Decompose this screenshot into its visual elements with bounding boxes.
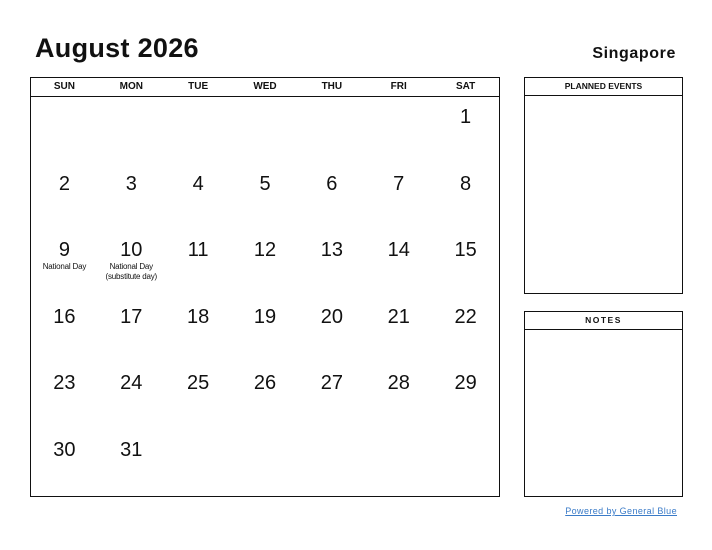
week-row: 23 24 25 26 27 28 29 [31,363,499,430]
day-number: 12 [253,239,277,261]
day-cell: 14 [365,230,432,297]
day-cell: 5 [232,164,299,231]
powered-by-link[interactable]: Powered by General Blue [565,506,677,516]
day-cell: 1 [432,97,499,164]
day-number: 17 [120,305,143,328]
day-number: 26 [253,372,277,394]
day-cell: 12 [232,230,299,297]
day-number: 1 [460,106,472,128]
day-cell: 15 [432,230,499,297]
day-cell: 21 [365,297,432,364]
day-number: 24 [120,372,143,394]
weekday-header: SUN MON TUE WED THU FRI SAT [31,78,499,97]
day-cell [298,430,365,497]
day-cell: 8 [432,164,499,231]
day-number: 6 [326,172,338,195]
day-cell: 2 [31,164,98,231]
day-cell: 7 [365,164,432,231]
day-cell: 29 [432,363,499,430]
day-cell: 22 [432,297,499,364]
page-title: August 2026 [35,33,199,63]
day-cell: 4 [165,164,232,231]
holiday-label: National Day [42,262,87,271]
day-number: 21 [387,305,410,328]
day-number: 14 [387,239,410,261]
notes-heading: NOTES [525,312,682,330]
week-row: 2 3 4 5 6 7 8 [31,164,499,231]
day-cell: 3 [98,164,165,231]
day-number: 31 [120,438,143,461]
day-cell: 16 [31,297,98,364]
week-row: 16 17 18 19 20 21 22 [31,297,499,364]
notes-box: NOTES [524,311,683,497]
day-number: 25 [187,372,210,394]
day-cell: 27 [298,363,365,430]
day-cell [232,430,299,497]
day-number: 19 [253,305,277,328]
day-number: 29 [454,372,477,394]
day-number: 2 [58,172,70,195]
day-cell: 6 [298,164,365,231]
day-cell: 19 [232,297,299,364]
weekday-mon: MON [119,81,143,92]
day-cell: 20 [298,297,365,364]
day-cell: 30 [31,430,98,497]
planned-events-heading: PLANNED EVENTS [525,78,682,96]
day-number: 5 [259,172,271,195]
day-number: 9 [58,239,70,261]
day-number: 10 [120,239,143,261]
day-cell [365,430,432,497]
week-row: 9 National Day 10 National Day (substitute … [31,230,499,297]
day-cell [98,97,165,164]
day-cell: 9 National Day [31,230,98,297]
day-cell [298,97,365,164]
day-cell [432,430,499,497]
weekday-tue: TUE [188,81,209,92]
day-number: 15 [454,239,477,261]
weekday-fri: FRI [390,81,407,92]
day-cell: 13 [298,230,365,297]
country-label: Singapore [592,45,676,62]
day-cell [365,97,432,164]
day-number: 16 [53,305,76,328]
day-cell: 25 [165,363,232,430]
weekday-thu: THU [321,81,343,92]
day-number: 20 [320,305,343,328]
day-cell [232,97,299,164]
day-number: 28 [387,372,410,394]
day-cell: 17 [98,297,165,364]
day-number: 11 [187,239,209,261]
day-number: 7 [393,172,405,195]
day-number: 30 [53,438,76,461]
day-cell: 10 National Day (substitute day) [98,230,165,297]
weekday-sat: SAT [455,81,476,92]
day-cell: 18 [165,297,232,364]
day-number: 8 [460,172,472,195]
day-cell [165,430,232,497]
day-cell [31,97,98,164]
week-row: 30 31 [31,430,499,497]
day-number: 3 [125,172,137,195]
calendar-grid: SUN MON TUE WED THU FRI SAT 1 2 3 4 5 6 7 8 9 Nat… [30,77,500,497]
day-number: 22 [454,305,477,328]
weekday-sun: SUN [53,81,75,92]
day-number: 23 [53,372,76,394]
day-number: 13 [320,239,343,261]
day-cell: 26 [232,363,299,430]
calendar-weeks: 1 2 3 4 5 6 7 8 9 National Day 10 National Day (sub… [31,97,499,496]
day-number: 27 [320,372,343,394]
day-cell: 24 [98,363,165,430]
day-cell: 28 [365,363,432,430]
planned-events-box: PLANNED EVENTS [524,77,683,294]
day-cell [165,97,232,164]
holiday-label: National Day (substitute day) [105,262,158,281]
day-cell: 31 [98,430,165,497]
week-row: 1 [31,97,499,164]
day-cell: 11 [165,230,232,297]
day-number: 4 [192,172,204,195]
weekday-wed: WED [253,81,277,92]
day-number: 18 [187,305,210,328]
day-cell: 23 [31,363,98,430]
